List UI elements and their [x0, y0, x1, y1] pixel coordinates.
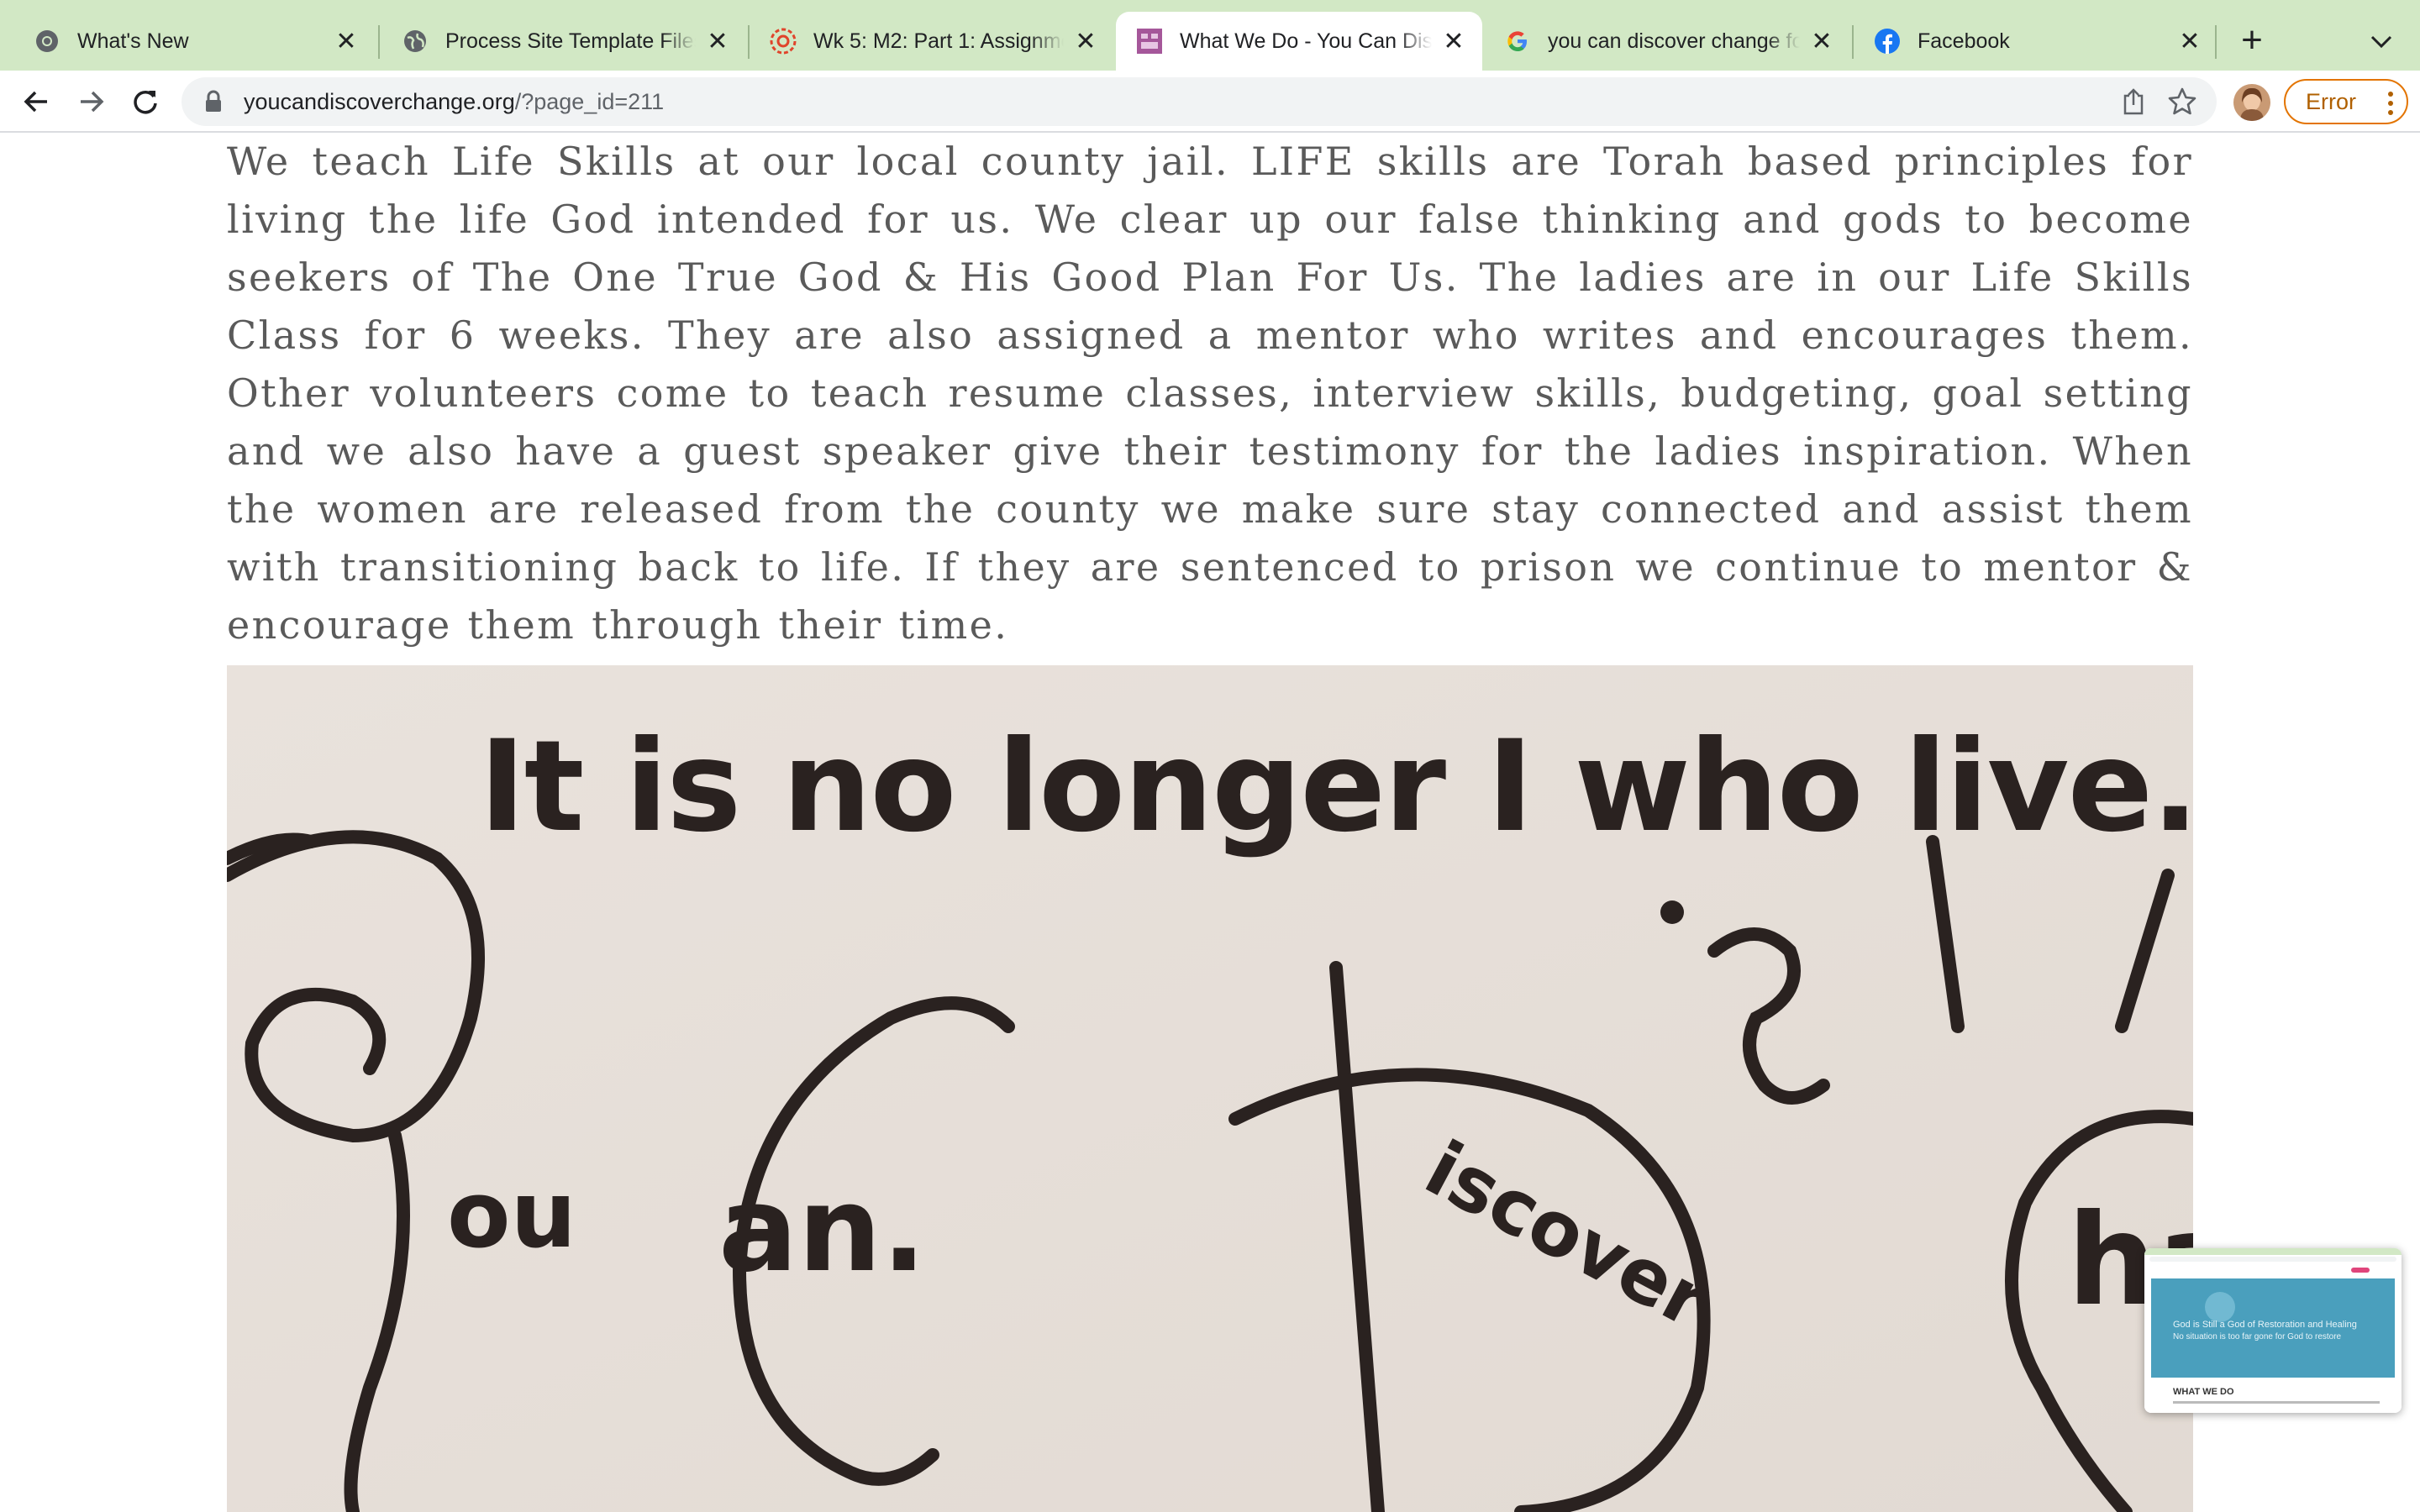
tab-separator [2215, 25, 2217, 59]
thumbnail-hero-line2: No situation is too far gone for God to … [2173, 1332, 2342, 1341]
new-tab-button[interactable]: + [2233, 19, 2270, 60]
canvas-icon [770, 28, 797, 55]
close-tab-icon[interactable]: ✕ [2175, 26, 2205, 56]
chrome-icon [34, 28, 60, 55]
back-button[interactable] [15, 81, 57, 123]
globe-icon [402, 28, 429, 55]
tab-whats-new[interactable]: What's New ✕ [13, 12, 375, 71]
url-text[interactable]: youcandiscoverchange.org/?page_id=211 [244, 89, 664, 115]
handwritten-art-image: It is no longer I who live... ou an. isc… [227, 665, 2193, 1512]
url-host: youcandiscoverchange.org [244, 88, 515, 114]
close-tab-icon[interactable]: ✕ [1439, 26, 1469, 56]
address-bar[interactable]: youcandiscoverchange.org/?page_id=211 [182, 77, 2217, 126]
error-label: Error [2306, 88, 2356, 114]
tab-separator [378, 25, 380, 59]
close-tab-icon[interactable]: ✕ [1807, 26, 1837, 56]
tab-search-chevron-icon[interactable] [2365, 25, 2398, 59]
handwriting-drawing: It is no longer I who live... ou an. isc… [227, 665, 2193, 1512]
google-icon [1504, 28, 1531, 55]
tab-wk5-assignment[interactable]: Wk 5: M2: Part 1: Assignment ✕ [750, 12, 1114, 71]
bookmark-star-icon[interactable] [2166, 86, 2198, 118]
tab-title: What We Do - You Can Discover Change [1180, 29, 1432, 54]
profile-avatar[interactable] [2233, 84, 2270, 121]
thumbnail-heading: WHAT WE DO [2173, 1387, 2234, 1397]
forward-arrow-icon [81, 91, 104, 113]
page-content: We teach Life Skills at our local county… [0, 133, 2420, 1512]
tab-title: you can discover change for women [1548, 29, 1800, 54]
back-arrow-icon [24, 91, 47, 113]
site-icon [1136, 28, 1163, 55]
reload-icon [134, 90, 157, 114]
lock-icon[interactable] [203, 89, 224, 114]
handwriting-you: ou [447, 1161, 576, 1268]
tab-process-site-template[interactable]: Process Site Template Files ✕ [381, 12, 746, 71]
profile-error-button[interactable]: Error [2284, 79, 2408, 124]
kebab-menu-icon[interactable] [2386, 91, 2395, 122]
page-thumbnail-preview[interactable]: God is Still a God of Restoration and He… [2144, 1248, 2402, 1413]
tab-google-search[interactable]: you can discover change for women ✕ [1484, 12, 1850, 71]
tab-facebook[interactable]: Facebook ✕ [1854, 12, 2218, 71]
tab-title: What's New [77, 29, 324, 54]
tab-title: Process Site Template Files [445, 29, 696, 54]
tab-title: Facebook [1918, 29, 2168, 54]
facebook-icon [1874, 28, 1901, 55]
tab-strip: What's New ✕ Process Site Template Files… [0, 0, 2420, 71]
what-we-do-paragraph: We teach Life Skills at our local county… [227, 139, 2193, 648]
close-tab-icon[interactable]: ✕ [331, 26, 361, 56]
close-tab-icon[interactable]: ✕ [702, 26, 733, 56]
tab-what-we-do[interactable]: What We Do - You Can Discover Change ✕ [1116, 12, 1482, 71]
reload-button[interactable] [124, 81, 166, 123]
forward-button[interactable] [71, 81, 113, 123]
url-path: /?page_id=211 [514, 88, 665, 114]
handwriting-can: an. [718, 1162, 926, 1299]
thumbnail-hero-line1: God is Still a God of Restoration and He… [2173, 1320, 2357, 1330]
share-icon[interactable] [2119, 87, 2148, 116]
close-tab-icon[interactable]: ✕ [1071, 26, 1101, 56]
tab-title: Wk 5: M2: Part 1: Assignment [813, 29, 1064, 54]
thumbnail-screenshot: God is Still a God of Restoration and He… [2144, 1248, 2402, 1413]
browser-toolbar: youcandiscoverchange.org/?page_id=211 Er… [0, 71, 2420, 133]
